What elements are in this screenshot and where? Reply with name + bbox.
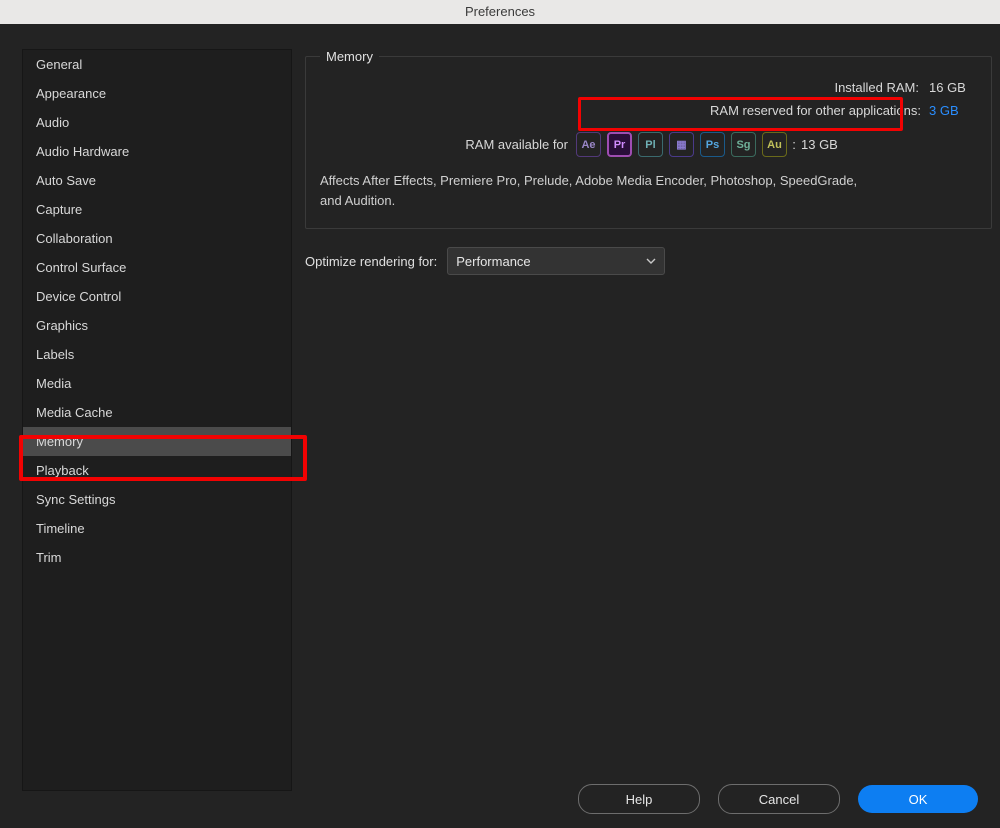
- optimize-select[interactable]: Performance: [447, 247, 665, 275]
- prelude-icon: Pl: [638, 132, 663, 157]
- available-ram-row: RAM available for Ae Pr Pl ▦ Ps Sg Au : …: [320, 132, 977, 157]
- sidebar-item-general[interactable]: General: [23, 50, 291, 79]
- sidebar-item-capture[interactable]: Capture: [23, 195, 291, 224]
- premiere-pro-icon: Pr: [607, 132, 632, 157]
- sidebar-item-memory[interactable]: Memory: [23, 427, 291, 456]
- sidebar-item-appearance[interactable]: Appearance: [23, 79, 291, 108]
- sidebar-item-collaboration[interactable]: Collaboration: [23, 224, 291, 253]
- reserved-ram-label: RAM reserved for other applications:: [320, 103, 929, 118]
- optimize-value: Performance: [456, 254, 530, 269]
- available-ram-value: 13 GB: [801, 137, 849, 152]
- chevron-down-icon: [646, 256, 656, 266]
- sidebar-item-media-cache[interactable]: Media Cache: [23, 398, 291, 427]
- sidebar-item-trim[interactable]: Trim: [23, 543, 291, 572]
- reserved-ram-row: RAM reserved for other applications: 3 G…: [320, 103, 977, 118]
- sidebar-item-auto-save[interactable]: Auto Save: [23, 166, 291, 195]
- installed-ram-label: Installed RAM:: [320, 80, 929, 95]
- memory-legend: Memory: [320, 49, 379, 64]
- available-ram-label: RAM available for: [320, 137, 576, 152]
- installed-ram-value: 16 GB: [929, 80, 977, 95]
- after-effects-icon: Ae: [576, 132, 601, 157]
- sidebar-item-sync-settings[interactable]: Sync Settings: [23, 485, 291, 514]
- help-button[interactable]: Help: [578, 784, 700, 814]
- cancel-button[interactable]: Cancel: [718, 784, 840, 814]
- ok-button[interactable]: OK: [858, 785, 978, 813]
- memory-group: Memory Installed RAM: 16 GB RAM reserved…: [305, 49, 992, 229]
- optimize-label: Optimize rendering for:: [305, 254, 437, 269]
- preferences-window: General Appearance Audio Audio Hardware …: [0, 24, 1000, 828]
- optimize-row: Optimize rendering for: Performance: [305, 247, 992, 275]
- photoshop-icon: Ps: [700, 132, 725, 157]
- window-title: Preferences: [465, 4, 535, 19]
- memory-note: Affects After Effects, Premiere Pro, Pre…: [320, 171, 880, 210]
- dialog-footer: Help Cancel OK: [0, 782, 1000, 816]
- sidebar-item-media[interactable]: Media: [23, 369, 291, 398]
- available-colon: :: [787, 137, 801, 152]
- sidebar-item-playback[interactable]: Playback: [23, 456, 291, 485]
- audition-icon: Au: [762, 132, 787, 157]
- sidebar-item-timeline[interactable]: Timeline: [23, 514, 291, 543]
- speedgrade-icon: Sg: [731, 132, 756, 157]
- sidebar-item-graphics[interactable]: Graphics: [23, 311, 291, 340]
- sidebar-item-device-control[interactable]: Device Control: [23, 282, 291, 311]
- installed-ram-row: Installed RAM: 16 GB: [320, 80, 977, 95]
- content-area: Memory Installed RAM: 16 GB RAM reserved…: [305, 49, 992, 275]
- sidebar: General Appearance Audio Audio Hardware …: [22, 49, 292, 791]
- sidebar-item-audio-hardware[interactable]: Audio Hardware: [23, 137, 291, 166]
- sidebar-item-control-surface[interactable]: Control Surface: [23, 253, 291, 282]
- reserved-ram-value[interactable]: 3 GB: [929, 103, 977, 118]
- sidebar-item-audio[interactable]: Audio: [23, 108, 291, 137]
- sidebar-item-labels[interactable]: Labels: [23, 340, 291, 369]
- titlebar: Preferences: [0, 0, 1000, 24]
- media-encoder-icon: ▦: [669, 132, 694, 157]
- app-icons: Ae Pr Pl ▦ Ps Sg Au: [576, 132, 787, 157]
